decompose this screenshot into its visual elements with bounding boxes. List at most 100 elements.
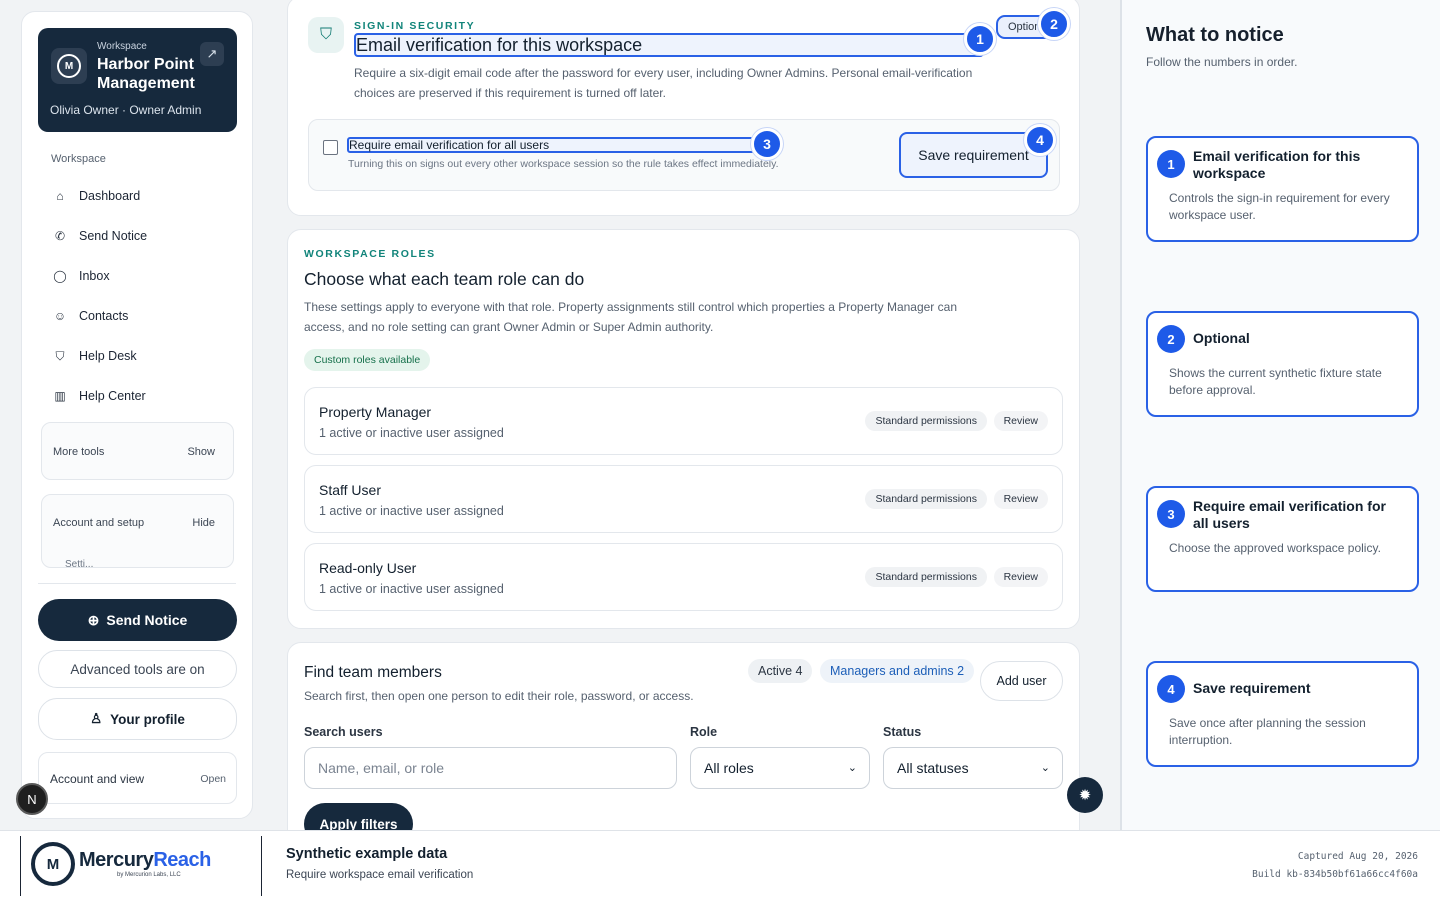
your-profile-button[interactable]: ♙ Your profile bbox=[38, 698, 237, 740]
status-filter-label: Status bbox=[883, 725, 922, 739]
marker-2: 2 bbox=[1038, 8, 1070, 40]
user-icon: ♙ bbox=[90, 711, 103, 726]
custom-roles-chip: Custom roles available bbox=[304, 349, 431, 371]
account-setup-label: Account and setup bbox=[53, 517, 145, 529]
footer-heading: Synthetic example data bbox=[286, 846, 448, 862]
captured-date: Captured Aug 20, 2026 bbox=[1297, 851, 1418, 862]
roles-description: These settings apply to everyone with th… bbox=[304, 300, 957, 334]
review-button[interactable]: Review bbox=[993, 489, 1048, 509]
active-count-chip[interactable]: Active 4 bbox=[748, 659, 813, 683]
role-assigned: 1 active or inactive user assigned bbox=[319, 426, 504, 440]
plus-circle-icon: ⊕ bbox=[87, 611, 100, 628]
roles-kicker: WORKSPACE ROLES bbox=[304, 248, 436, 260]
open-external-icon[interactable]: ↗ bbox=[200, 42, 224, 66]
search-input[interactable]: Name, email, or role bbox=[304, 747, 677, 789]
role-row[interactable]: Staff User 1 active or inactive user ass… bbox=[304, 465, 1063, 533]
security-kicker: SIGN-IN SECURITY bbox=[354, 20, 476, 32]
security-card: ⛉ SIGN-IN SECURITY Email verification fo… bbox=[287, 0, 1080, 216]
workspace-card[interactable]: M Workspace Harbor Point Management Oliv… bbox=[38, 28, 237, 132]
sidebar-item-send-notice[interactable]: ✆ Send Notice bbox=[42, 216, 234, 256]
members-card: Find team members Search first, then ope… bbox=[287, 642, 1080, 830]
sidebar-section-label: Workspace bbox=[51, 153, 106, 165]
role-select[interactable]: All roles ⌄ bbox=[690, 747, 870, 789]
sidebar-item-help-center[interactable]: ▥ Help Center bbox=[42, 376, 234, 416]
guide-card-desc: Shows the current synthetic fixture stat… bbox=[1169, 366, 1382, 397]
guide-number: 3 bbox=[1157, 500, 1185, 528]
sidebar-item-label: Contacts bbox=[79, 309, 129, 323]
sidebar-item-dashboard[interactable]: ⌂ Dashboard bbox=[42, 176, 234, 216]
marker-4: 4 bbox=[1024, 124, 1056, 156]
require-verification-hint: Turning this on signs out every other wo… bbox=[348, 158, 779, 170]
search-users-label: Search users bbox=[304, 725, 383, 739]
bug-report-icon[interactable]: ✹ bbox=[1067, 777, 1103, 813]
chat-icon: ◯ bbox=[53, 269, 67, 283]
require-verification-checkbox[interactable] bbox=[323, 140, 338, 155]
workspace-user: Olivia Owner · Owner Admin bbox=[50, 103, 202, 117]
sidebar-item-inbox[interactable]: ◯ Inbox bbox=[42, 256, 234, 296]
advanced-tools-button[interactable]: Advanced tools are on bbox=[38, 650, 237, 688]
members-description: Search first, then open one person to ed… bbox=[304, 689, 694, 703]
guide-subtitle: Follow the numbers in order. bbox=[1146, 55, 1298, 69]
sidebar-item-label: Inbox bbox=[79, 269, 110, 283]
footer: M MercuryReach by Mercurion Labs, LLC Sy… bbox=[0, 830, 1440, 900]
chevron-down-icon: ⌄ bbox=[1040, 762, 1050, 774]
account-setup-peek-item[interactable]: Setti... bbox=[65, 559, 93, 567]
sidebar-item-help-desk[interactable]: ⛉ Help Desk bbox=[42, 336, 234, 376]
chevron-down-icon: ⌄ bbox=[847, 762, 857, 774]
managers-count-chip[interactable]: Managers and admins 2 bbox=[820, 659, 975, 683]
app-main: M Workspace Harbor Point Management Oliv… bbox=[0, 0, 1120, 830]
guide-card-3: 3 Require email verification for all use… bbox=[1146, 486, 1419, 592]
guide-title: What to notice bbox=[1146, 24, 1284, 46]
role-row[interactable]: Read-only User 1 active or inactive user… bbox=[304, 543, 1063, 611]
guide-card-desc: Choose the approved workspace policy. bbox=[1169, 541, 1381, 555]
sidebar-item-contacts[interactable]: ☺ Contacts bbox=[42, 296, 234, 336]
sidebar-item-label: Dashboard bbox=[79, 189, 141, 203]
more-tools-show-button[interactable]: Show bbox=[187, 446, 215, 458]
guide-number: 2 bbox=[1157, 325, 1185, 353]
mercury-reach-logo-icon: M bbox=[31, 842, 75, 886]
brand-logo: M MercuryReach by Mercurion Labs, LLC bbox=[20, 836, 262, 896]
more-tools-label: More tools bbox=[53, 446, 105, 458]
add-user-button[interactable]: Add user bbox=[980, 661, 1063, 701]
account-view-row[interactable]: Account and view Open bbox=[38, 752, 237, 804]
account-setup-group[interactable]: Account and setup Hide Setti... bbox=[41, 494, 234, 568]
role-name: Staff User bbox=[319, 482, 381, 498]
send-notice-label: Send Notice bbox=[106, 612, 188, 628]
role-filter-label: Role bbox=[690, 725, 718, 739]
marker-1: 1 bbox=[964, 23, 996, 55]
role-row[interactable]: Property Manager 1 active or inactive us… bbox=[304, 387, 1063, 455]
guide-number: 4 bbox=[1157, 675, 1185, 703]
require-verification-label[interactable]: Require email verification for all users bbox=[347, 137, 757, 153]
permissions-badge: Standard permissions bbox=[865, 567, 987, 587]
guide-card-desc: Controls the sign-in requirement for eve… bbox=[1169, 191, 1390, 222]
security-title: Email verification for this workspace bbox=[354, 33, 984, 57]
roles-card: WORKSPACE ROLES Choose what each team ro… bbox=[287, 229, 1080, 629]
roles-title: Choose what each team role can do bbox=[304, 269, 585, 289]
n-badge[interactable]: N bbox=[16, 783, 48, 815]
send-notice-button[interactable]: ⊕ Send Notice bbox=[38, 599, 237, 641]
sidebar-divider bbox=[38, 583, 236, 584]
workspace-name: Harbor Point Management bbox=[97, 56, 195, 92]
more-tools-group[interactable]: More tools Show bbox=[41, 422, 234, 480]
build-id: Build kb-834b50bf61a66cc4f60a bbox=[1252, 869, 1418, 880]
role-assigned: 1 active or inactive user assigned bbox=[319, 582, 504, 596]
guide-card-desc: Save once after planning the session int… bbox=[1169, 716, 1366, 747]
guide-card-title: Save requirement bbox=[1193, 680, 1311, 696]
review-button[interactable]: Review bbox=[993, 411, 1048, 431]
apply-filters-button[interactable]: Apply filters bbox=[304, 803, 413, 830]
sidebar-item-label: Help Center bbox=[79, 389, 146, 403]
permissions-badge: Standard permissions bbox=[865, 489, 987, 509]
review-button[interactable]: Review bbox=[993, 567, 1048, 587]
status-select[interactable]: All statuses ⌄ bbox=[883, 747, 1063, 789]
guide-card-title: Email verification for this workspace bbox=[1193, 148, 1361, 181]
shield-icon: ⛉ bbox=[55, 349, 65, 363]
users-icon: ☺ bbox=[53, 309, 67, 323]
account-setup-hide-button[interactable]: Hide bbox=[192, 517, 215, 529]
workspace-kicker: Workspace bbox=[97, 41, 147, 52]
marker-3: 3 bbox=[751, 128, 783, 160]
role-select-value: All roles bbox=[704, 760, 754, 776]
account-view-open-button[interactable]: Open bbox=[200, 773, 226, 785]
members-title: Find team members bbox=[304, 664, 442, 681]
sidebar-item-label: Send Notice bbox=[79, 229, 148, 243]
book-icon: ▥ bbox=[54, 389, 66, 403]
